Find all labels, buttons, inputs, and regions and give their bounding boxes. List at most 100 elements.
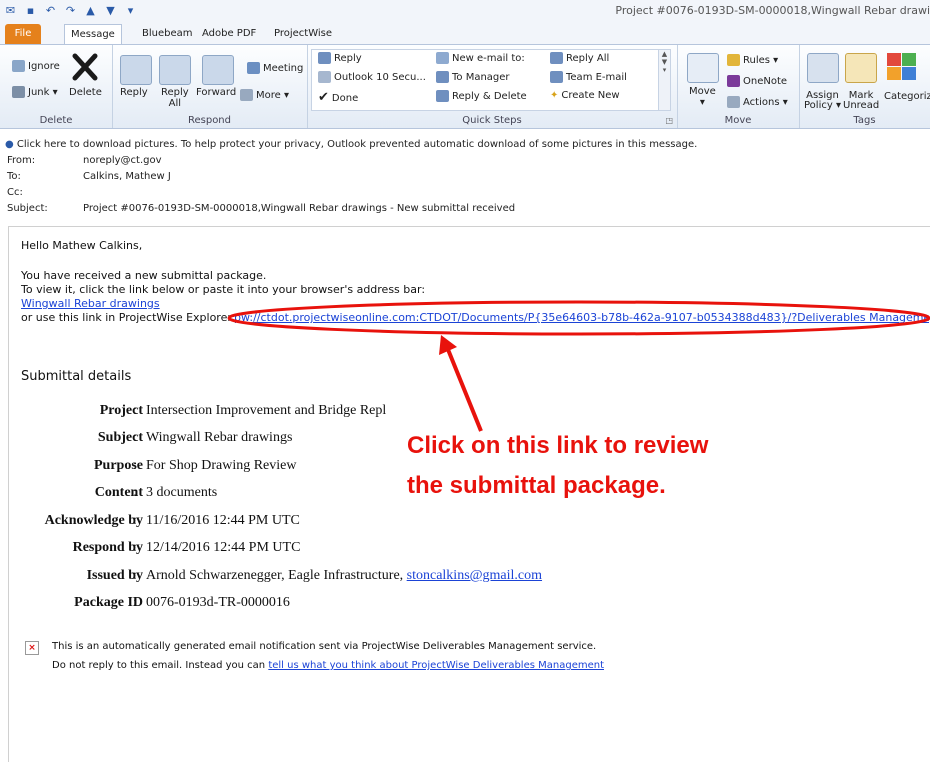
quick-access-toolbar: ✉ ▪ ↶ ↷ ▲ ▼ ▾	[4, 4, 137, 17]
onenote-icon	[727, 75, 740, 87]
reply-all-button[interactable]: Reply All	[161, 87, 189, 109]
qs-reply-all[interactable]: Reply All	[550, 52, 609, 64]
qs-to-manager[interactable]: To Manager	[436, 71, 510, 83]
respond-group-label: Respond	[187, 115, 231, 126]
categorize-icon	[887, 53, 917, 81]
reply-button[interactable]: Reply	[120, 87, 148, 98]
info-icon: ●	[5, 139, 14, 150]
qs-new-email-to[interactable]: New e-mail to:	[436, 52, 525, 64]
quicksteps-group-label: Quick Steps	[462, 115, 522, 126]
reply-small-icon	[318, 52, 331, 64]
mark-unread-button[interactable]: Mark Unread	[843, 91, 879, 111]
title-bar: ✉ ▪ ↶ ↷ ▲ ▼ ▾ Project #0076-0193D-SM-000…	[0, 0, 930, 22]
cc-field: Cc:	[7, 187, 23, 198]
reply-icon	[120, 55, 152, 85]
forward-icon	[202, 55, 234, 85]
link-highlight-ellipse	[227, 300, 930, 336]
detail-respond-by: Respond by:12/14/2016 12:44 PM UTC	[72, 540, 301, 555]
actions-button[interactable]: Actions ▾	[727, 96, 788, 108]
rules-icon	[727, 54, 740, 66]
ignore-icon	[12, 60, 25, 72]
detail-issued-by: Issued by: Arnold Schwarzenegger, Eagle I…	[86, 568, 543, 583]
junk-button[interactable]: Junk ▾	[12, 86, 58, 98]
qs-reply-delete[interactable]: Reply & Delete	[436, 90, 527, 102]
tab-bluebeam[interactable]: Bluebeam	[136, 24, 199, 44]
qs-create-new[interactable]: ✦ Create New	[550, 90, 620, 101]
submittal-details-title: Submittal details	[21, 369, 132, 384]
annotation-arrow	[439, 335, 483, 432]
to-manager-icon	[436, 71, 449, 83]
detail-purpose: Purpose: For Shop Drawing Review	[94, 458, 297, 473]
reply-delete-icon	[436, 90, 449, 102]
tab-file[interactable]: File	[5, 24, 41, 44]
down-icon[interactable]: ▼	[104, 4, 117, 17]
message-body: Hello Mathew Calkins, You have received …	[8, 226, 930, 762]
submittal-link[interactable]: Wingwall Rebar drawings	[21, 297, 160, 310]
meeting-button[interactable]: Meeting	[247, 62, 303, 74]
quicksteps-scrollbar[interactable]: ▲ ▼ ▾	[658, 49, 671, 111]
quicksteps-group: Reply Outlook 10 Secu... ✔ Done New e-mai…	[307, 45, 678, 128]
meeting-icon	[247, 62, 260, 74]
tab-projectwise[interactable]: ProjectWise	[268, 24, 338, 44]
respond-group: Reply Reply All Forward Meeting More ▾ Re…	[112, 45, 308, 128]
junk-icon	[12, 86, 25, 98]
tags-group: Assign Policy ▾ Mark Unread Categoriz Tags	[799, 45, 930, 128]
qs-team-email[interactable]: Team E-mail	[550, 71, 627, 83]
outlook-small-icon	[318, 71, 331, 83]
qs-outlook-security[interactable]: Outlook 10 Secu...	[318, 71, 426, 83]
assign-policy-icon	[807, 53, 839, 83]
tab-adobe-pdf[interactable]: Adobe PDF	[196, 24, 262, 44]
issuer-email-link[interactable]: stoncalkins@gmail.com	[407, 568, 542, 583]
delete-group: Ignore Junk ▾ Delete Delete	[0, 45, 113, 128]
from-field: From: noreply@ct.gov	[7, 155, 162, 166]
qs-reply[interactable]: Reply	[318, 52, 362, 64]
qs-done[interactable]: ✔ Done	[318, 90, 358, 105]
tab-message[interactable]: Message	[64, 24, 122, 45]
mail-icon[interactable]: ✉	[4, 4, 17, 17]
more-button[interactable]: More ▾	[240, 89, 289, 101]
move-button[interactable]: Move ▾	[689, 86, 716, 108]
to-field: To: Calkins, Mathew J	[7, 171, 171, 182]
categorize-button[interactable]: Categoriz	[884, 91, 930, 102]
ribbon-tabs: File Message Bluebeam Adobe PDF ProjectW…	[0, 22, 930, 45]
footer-notice: This is an automatically generated email…	[52, 641, 597, 652]
reply-all-icon	[159, 55, 191, 85]
subject-field: Subject: Project #0076-0193D-SM-0000018,W…	[7, 203, 516, 214]
up-icon[interactable]: ▲	[84, 4, 97, 17]
checkmark-icon: ✔	[318, 90, 329, 105]
ribbon: Ignore Junk ▾ Delete Delete Reply Reply A…	[0, 44, 930, 129]
feedback-link[interactable]: tell us what you think about ProjectWise…	[268, 660, 604, 671]
undo-icon[interactable]: ↶	[44, 4, 57, 17]
dialog-launcher-icon[interactable]: ◳	[665, 116, 673, 125]
broken-image-icon: ×	[25, 641, 39, 655]
intro-line: You have received a new submittal packag…	[21, 269, 267, 282]
redo-icon[interactable]: ↷	[64, 4, 77, 17]
rules-button[interactable]: Rules ▾	[727, 54, 778, 66]
delete-group-label: Delete	[39, 115, 73, 126]
detail-project: Project: Intersection Improvement and Bri…	[99, 403, 387, 418]
window-title: Project #0076-0193D-SM-0000018,Wingwall …	[615, 4, 930, 17]
detail-package-id: Package ID:0076-0193d-TR-0000016	[74, 595, 290, 610]
download-pictures-infobar[interactable]: ● Click here to download pictures. To he…	[5, 139, 930, 150]
save-icon[interactable]: ▪	[24, 4, 37, 17]
new-email-icon	[436, 52, 449, 64]
ignore-button[interactable]: Ignore	[12, 60, 60, 72]
tags-group-label: Tags	[853, 115, 876, 126]
forward-button[interactable]: Forward	[196, 87, 236, 98]
pw-explorer-line: or use this link in ProjectWise Explorer…	[21, 311, 236, 324]
move-icon	[687, 53, 719, 83]
annotation-line-2: the submittal package.	[407, 472, 666, 499]
onenote-button[interactable]: OneNote	[727, 75, 787, 87]
customize-icon[interactable]: ▾	[124, 4, 137, 17]
actions-icon	[727, 96, 740, 108]
move-group-label: Move	[724, 115, 752, 126]
greeting: Hello Mathew Calkins,	[21, 239, 143, 252]
create-new-icon: ✦	[550, 90, 559, 101]
footer-reply-line: Do not reply to this email. Instead you …	[52, 660, 604, 671]
assign-policy-button[interactable]: Assign Policy ▾	[804, 91, 841, 111]
delete-label: Delete	[69, 87, 102, 98]
mark-unread-icon	[845, 53, 877, 83]
quicksteps-gallery: Reply Outlook 10 Secu... ✔ Done New e-mai…	[311, 49, 671, 111]
detail-subject: Subject: Wingwall Rebar drawings	[97, 430, 293, 445]
detail-content: Content:3 documents	[94, 485, 218, 500]
